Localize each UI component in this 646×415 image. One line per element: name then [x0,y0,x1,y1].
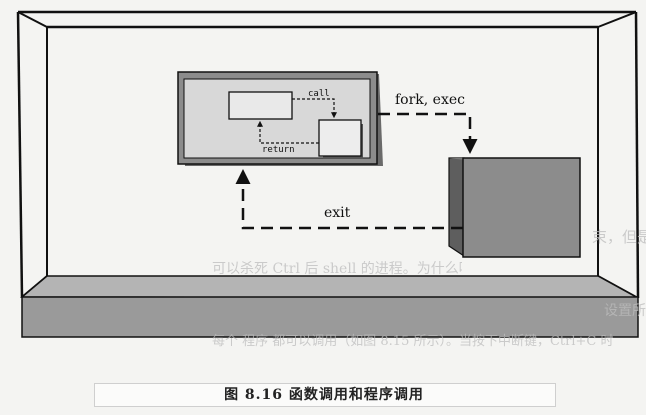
front-left-edge [16,11,24,298]
return-label: return [262,145,295,155]
corner-top-left [17,11,48,28]
bleed-through-line-1: 束，但是 shell 也执行了，按下 Ctrl+C 所生成的 SIGINT 信号 [592,228,646,246]
diagram-canvas: call return fork, exec exit [16,10,640,338]
call-label: call [308,89,330,99]
figure-caption: 图 8.16 函数调用和程序调用 [224,387,424,403]
fork-exec-label: fork, exec [395,92,465,108]
floor-top [19,275,639,299]
exit-label: exit [324,205,351,221]
corner-top-right [597,11,637,28]
child-box-side [448,157,465,258]
bleed-through-line-2: 可以杀死 Ctrl 后 shell 的进程。为什么呢？ [212,261,462,277]
floor-slab [19,275,639,338]
callee-function-box [318,119,362,157]
child-box-body [462,157,581,258]
bleed-through-line-4: 每个 程序 都可以调用（如图 8.15 所示）。当按下中断键，Ctrl+C 时 [212,334,614,349]
exit-arrow [235,169,463,230]
bleed-through-line-3: 设置所有进程的进程 [604,303,646,319]
caller-function-box [228,91,293,120]
child-process-box [448,157,581,258]
program-box: call return [177,71,383,166]
front-right-edge [634,11,640,299]
fork-exec-arrow [378,112,478,154]
